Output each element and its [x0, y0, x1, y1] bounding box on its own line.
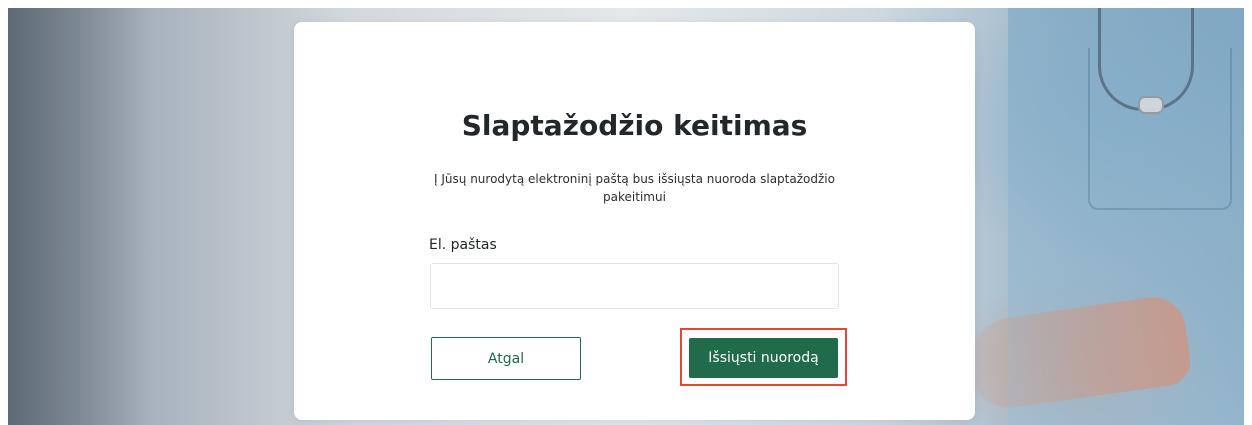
email-field[interactable] — [430, 263, 839, 309]
password-reset-card: Slaptažodžio keitimas Į Jūsų nurodytą el… — [294, 22, 975, 420]
screen-frame: Slaptažodžio keitimas Į Jūsų nurodytą el… — [0, 0, 1252, 425]
send-link-button[interactable]: Išsiųsti nuorodą — [689, 338, 838, 378]
background-shade — [8, 8, 148, 425]
description-text: Į Jūsų nurodytą elektroninį paštą bus iš… — [434, 172, 835, 204]
email-label: El. paštas — [429, 237, 497, 253]
page-title: Slaptažodžio keitimas — [461, 109, 808, 142]
stethoscope-head-icon — [1138, 96, 1164, 114]
back-button[interactable]: Atgal — [431, 337, 581, 380]
